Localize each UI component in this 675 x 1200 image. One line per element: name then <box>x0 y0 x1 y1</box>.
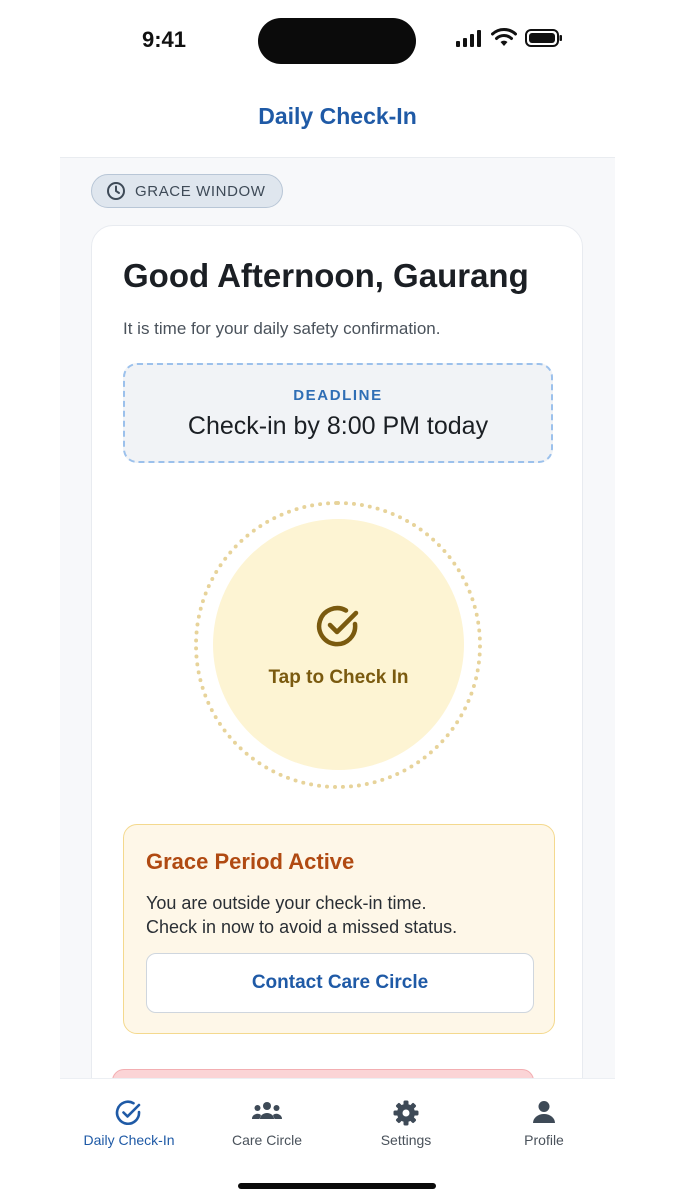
grace-message-line-1: You are outside your check-in time. <box>146 893 427 913</box>
group-icon <box>251 1102 283 1119</box>
grace-message: You are outside your check-in time. Chec… <box>146 891 536 939</box>
top-bar: 9:41 Daily Check-In <box>60 0 615 158</box>
tab-bar: Daily Check-In Care Circle Settings Prof… <box>60 1078 615 1200</box>
deadline-text: Check-in by 8:00 PM today <box>187 412 489 440</box>
status-time: 9:41 <box>142 27 187 52</box>
grace-window-badge: GRACE WINDOW <box>91 174 283 208</box>
grace-title: Grace Period Active <box>146 849 355 874</box>
badge-label: GRACE WINDOW <box>135 182 266 200</box>
check-circle-icon <box>115 1100 141 1126</box>
contact-care-circle-button[interactable]: Contact Care Circle <box>146 953 534 1013</box>
person-icon <box>533 1101 555 1123</box>
tab-label: Care Circle <box>231 1132 302 1148</box>
wifi-icon <box>491 28 517 46</box>
tab-label: Settings <box>380 1132 432 1148</box>
check-in-label: Tap to Check In <box>268 667 409 688</box>
tab-profile[interactable]: Profile <box>475 1079 613 1159</box>
check-in-button[interactable]: Tap to Check In <box>213 519 464 770</box>
check-in-card: Good Afternoon, Gaurang It is time for y… <box>91 225 583 1125</box>
phone-screen: 9:41 Daily Check-In GRACE WINDOW Good Af… <box>60 0 615 1200</box>
tab-care-circle[interactable]: Care Circle <box>198 1079 336 1159</box>
deadline-label: DEADLINE <box>293 387 383 404</box>
status-icons <box>455 28 563 48</box>
grace-period-alert: Grace Period Active You are outside your… <box>123 824 555 1034</box>
signal-icon <box>456 30 481 47</box>
greeting: Good Afternoon, Gaurang <box>123 257 529 294</box>
deadline-box: DEADLINE Check-in by 8:00 PM today <box>123 363 553 463</box>
page-title: Daily Check-In <box>258 103 417 129</box>
tab-settings[interactable]: Settings <box>337 1079 475 1159</box>
subtitle: It is time for your daily safety confirm… <box>123 319 441 338</box>
battery-icon <box>525 29 562 47</box>
grace-message-line-2: Check in now to avoid a missed status. <box>146 917 458 937</box>
clock-icon <box>107 182 125 200</box>
home-indicator <box>238 1183 436 1189</box>
tab-label: Daily Check-In <box>83 1132 175 1148</box>
dynamic-island <box>258 18 416 64</box>
tab-label: Profile <box>524 1132 564 1148</box>
check-circle-icon <box>316 605 359 647</box>
gear-icon <box>393 1100 419 1126</box>
tab-daily-check-in[interactable]: Daily Check-In <box>60 1079 198 1159</box>
